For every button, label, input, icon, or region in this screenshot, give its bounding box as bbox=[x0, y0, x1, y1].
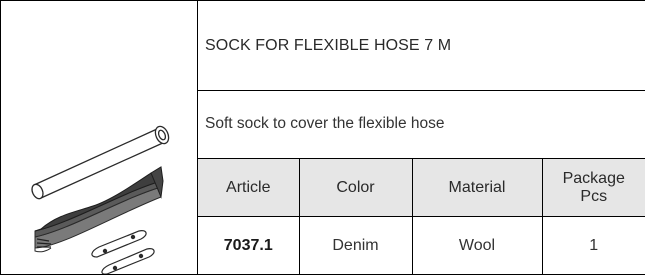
header-package-line1: Package bbox=[562, 169, 625, 187]
title-row: SOCK FOR FLEXIBLE HOSE 7 M bbox=[198, 1, 645, 91]
frame-bottom-border bbox=[0, 274, 645, 275]
header-package-line2: Pcs bbox=[580, 187, 608, 205]
description-row: Soft sock to cover the flexible hose bbox=[198, 91, 645, 159]
cell-article: 7037.1 bbox=[223, 236, 273, 254]
sock-stack-shape bbox=[34, 166, 164, 253]
hose-sock-illustration-icon bbox=[31, 125, 170, 274]
product-title: SOCK FOR FLEXIBLE HOSE 7 M bbox=[205, 37, 452, 54]
oval-pads-shape bbox=[91, 230, 155, 274]
specs-header-row: Article Color Material Package Pcs bbox=[198, 159, 645, 217]
product-description: Soft sock to cover the flexible hose bbox=[205, 115, 445, 132]
specs-table: Article Color Material Package Pcs 7037.… bbox=[198, 159, 645, 274]
table-row: 7037.1 Denim Wool 1 bbox=[198, 216, 645, 274]
cell-color: Denim bbox=[298, 216, 412, 274]
cell-package-pcs: 1 bbox=[541, 216, 645, 274]
product-sheet: SOCK FOR FLEXIBLE HOSE 7 M Soft sock to … bbox=[0, 0, 645, 278]
header-article: Article bbox=[198, 159, 299, 217]
cell-material: Wool bbox=[411, 216, 542, 274]
product-image bbox=[1, 1, 197, 274]
header-color: Color bbox=[298, 159, 412, 217]
header-package: Package Pcs bbox=[541, 159, 645, 217]
header-material: Material bbox=[411, 159, 542, 217]
